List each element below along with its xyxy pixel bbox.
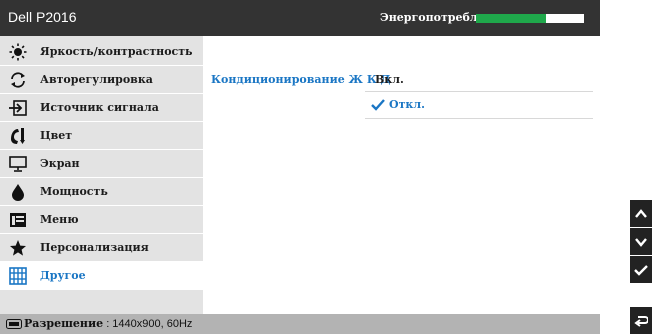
energy-meter-fill xyxy=(476,14,547,23)
check-icon xyxy=(634,264,648,276)
sidebar-item-other[interactable]: Другое xyxy=(0,262,203,289)
sidebar-item-input-source[interactable]: Источник сигнала xyxy=(0,94,203,121)
menu-icon xyxy=(8,210,28,230)
sidebar-item-label: Авторегулировка xyxy=(40,73,153,86)
sidebar-item-color[interactable]: Цвет xyxy=(0,122,203,149)
up-arrow-icon xyxy=(635,208,647,218)
sidebar-item-label: Экран xyxy=(40,157,80,170)
divider xyxy=(0,289,203,290)
sidebar-item-auto-adjust[interactable]: Авторегулировка xyxy=(0,66,203,93)
brightness-icon xyxy=(8,42,28,62)
check-icon xyxy=(371,99,385,111)
option-off-selected[interactable]: Откл. xyxy=(389,98,425,111)
other-icon xyxy=(8,266,28,286)
sidebar-item-label: Другое xyxy=(40,269,86,282)
sidebar-item-label: Мощность xyxy=(40,185,108,198)
divider xyxy=(365,118,593,119)
display-icon xyxy=(8,154,28,174)
title-bar: Dell P2016 Энергопотребление xyxy=(0,0,600,36)
divider xyxy=(365,91,593,92)
energy-meter xyxy=(476,14,584,23)
power-icon xyxy=(8,182,28,202)
resolution-text: Разрешение : 1440x900, 60Hz xyxy=(24,317,192,330)
status-bar: Разрешение : 1440x900, 60Hz xyxy=(0,314,600,334)
back-icon xyxy=(634,315,648,327)
window-title: Dell P2016 xyxy=(8,9,77,25)
sidebar-item-label: Персонализация xyxy=(40,241,149,254)
down-arrow-icon xyxy=(635,237,647,247)
osd-menu: Dell P2016 Энергопотребление Яркость/кон… xyxy=(0,0,600,334)
color-icon xyxy=(8,126,28,146)
down-button[interactable] xyxy=(630,228,652,255)
sidebar-item-brightness-contrast[interactable]: Яркость/контрастность xyxy=(0,38,203,65)
sidebar-item-menu[interactable]: Меню xyxy=(0,206,203,233)
sidebar-item-label: Яркость/контрастность xyxy=(40,45,193,58)
resolution-icon xyxy=(6,319,22,329)
sidebar-item-label: Цвет xyxy=(40,129,73,142)
sidebar-item-power[interactable]: Мощность xyxy=(0,178,203,205)
auto-adjust-icon xyxy=(8,70,28,90)
resolution-label: Разрешение xyxy=(24,317,104,330)
option-on[interactable]: Вкл. xyxy=(375,73,404,86)
resolution-value: : 1440x900, 60Hz xyxy=(103,318,193,330)
sidebar-item-label: Источник сигнала xyxy=(40,101,159,114)
star-icon xyxy=(8,238,28,258)
lcd-conditioning-label: Кондиционирование Ж К Д xyxy=(211,73,391,86)
sidebar-item-personalize[interactable]: Персонализация xyxy=(0,234,203,261)
back-button[interactable] xyxy=(630,307,652,334)
sidebar-item-display[interactable]: Экран xyxy=(0,150,203,177)
settings-panel: Кондиционирование Ж К Д Вкл. Откл. xyxy=(203,36,600,314)
input-source-icon xyxy=(8,98,28,118)
ok-button[interactable] xyxy=(630,256,652,283)
up-button[interactable] xyxy=(630,200,652,227)
sidebar-item-label: Меню xyxy=(40,213,79,226)
sidebar: Яркость/контрастность Авторегулировка Ис… xyxy=(0,36,203,314)
